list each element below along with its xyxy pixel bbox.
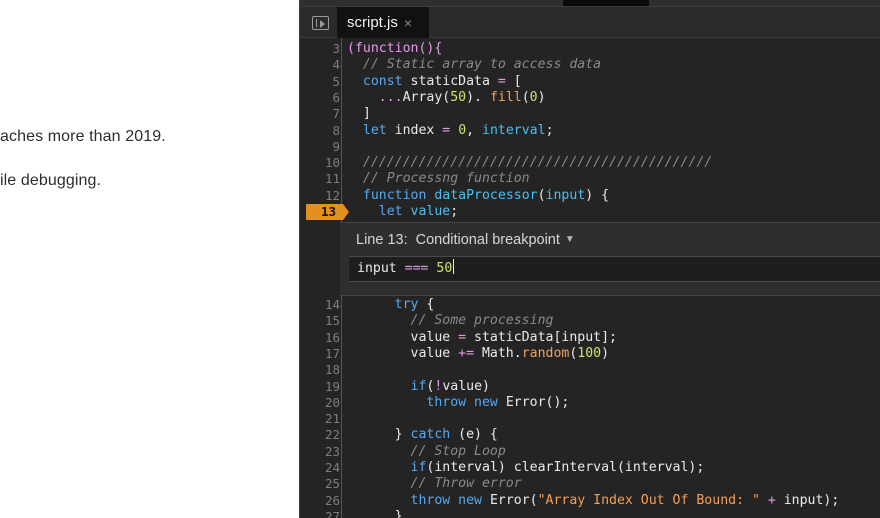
code-text: let value; — [378, 204, 459, 219]
code-line[interactable]: 11 // Processng function — [300, 171, 880, 187]
code-text: ////////////////////////////////////////… — [362, 155, 713, 171]
code-line[interactable]: 4 // Static array to access data — [300, 57, 880, 73]
code-text: } — [347, 508, 403, 518]
line-number[interactable]: 20 — [300, 395, 340, 411]
code-line[interactable]: 20 throw new Error(); — [300, 395, 880, 411]
article-line: aches more than 2019. — [0, 128, 166, 145]
code-line[interactable]: 9 — [300, 139, 880, 155]
breakpoint-condition-input[interactable]: input === 50 — [349, 256, 880, 282]
code-text: function dataProcessor(input) { — [362, 187, 610, 203]
code-line[interactable]: 14 try { — [300, 297, 880, 313]
code-line[interactable]: 24 if(interval) clearInterval(interval); — [300, 460, 880, 476]
line-number[interactable]: 5 — [300, 74, 340, 90]
devtools-toolbar — [300, 0, 880, 7]
chevron-down-icon[interactable]: ▼ — [565, 234, 575, 245]
code-text: // Stop Loop — [410, 443, 506, 459]
code-text: value = staticData[input]; — [347, 329, 617, 345]
conditional-breakpoint-editor: Line 13: Conditional breakpoint ▼ input ==… — [340, 222, 880, 296]
line-number[interactable]: 10 — [300, 155, 340, 171]
code-line[interactable]: 21 — [300, 411, 880, 427]
line-number[interactable]: 21 — [300, 411, 340, 427]
code-text: throw new Error("Array Index Out Of Boun… — [410, 492, 840, 508]
breakpoint-editor-header: Line 13: Conditional breakpoint ▼ — [356, 232, 575, 248]
code-line[interactable]: 5 const staticData = [ — [300, 74, 880, 90]
line-number[interactable]: 8 — [300, 123, 340, 139]
code-line[interactable]: 27 } — [300, 509, 880, 518]
code-line[interactable]: 10 /////////////////////////////////////… — [300, 155, 880, 171]
article-content: aches more than 2019. ile debugging. — [0, 0, 299, 518]
code-line[interactable]: 18 — [300, 362, 880, 378]
breakpoint-type-select[interactable]: Conditional breakpoint — [416, 232, 560, 248]
devtools-panel: script.js × Line 13: Conditional breakpoi… — [299, 0, 880, 518]
tab-label: script.js — [347, 14, 398, 31]
code-text: ...Array(50). fill(0) — [378, 89, 546, 105]
code-line[interactable]: 13 let value; — [300, 204, 880, 220]
code-text: // Processng function — [362, 171, 530, 187]
code-line[interactable]: 17 value += Math.random(100) — [300, 346, 880, 362]
code-line[interactable]: 3 (function(){ — [300, 41, 880, 57]
line-number[interactable]: 9 — [300, 139, 340, 155]
code-line[interactable]: 12 function dataProcessor(input) { — [300, 188, 880, 204]
code-text: } catch (e) { — [347, 427, 498, 443]
line-number[interactable]: 14 — [300, 297, 340, 313]
line-number[interactable]: 24 — [300, 460, 340, 476]
code-line[interactable]: 25 // Throw error — [300, 476, 880, 492]
code-text: try { — [394, 297, 435, 312]
toggle-navigator-icon[interactable] — [312, 16, 329, 30]
line-number[interactable]: 26 — [300, 493, 340, 509]
code-text: let index = 0, interval; — [362, 122, 554, 138]
active-panel-indicator — [563, 0, 649, 6]
code-editor[interactable]: Line 13: Conditional breakpoint ▼ input ==… — [300, 38, 880, 518]
line-number[interactable]: 22 — [300, 427, 340, 443]
tab-script-js[interactable]: script.js × — [337, 7, 429, 38]
text-cursor — [453, 259, 455, 274]
line-number[interactable]: 7 — [300, 106, 340, 122]
line-number[interactable]: 19 — [300, 379, 340, 395]
code-text: ] — [347, 106, 371, 122]
code-line[interactable]: 22 } catch (e) { — [300, 427, 880, 443]
line-number[interactable]: 6 — [300, 90, 340, 106]
code-text: // Static array to access data — [362, 57, 602, 73]
code-line[interactable]: 7 ] — [300, 106, 880, 122]
line-number[interactable]: 23 — [300, 444, 340, 460]
code-line[interactable]: 23 // Stop Loop — [300, 444, 880, 460]
article-line: ile debugging. — [0, 172, 102, 189]
code-line[interactable]: 6 ...Array(50). fill(0) — [300, 90, 880, 106]
code-text: value += Math.random(100) — [347, 345, 610, 361]
code-line[interactable]: 16 value = staticData[input]; — [300, 330, 880, 346]
close-tab-icon[interactable]: × — [404, 16, 412, 30]
code-text: // Throw error — [410, 476, 522, 492]
breakpoint-marker[interactable]: 13 — [306, 204, 349, 220]
line-number[interactable]: 15 — [300, 313, 340, 329]
line-number[interactable]: 12 — [300, 188, 340, 204]
code-line[interactable]: 19 if(!value) — [300, 379, 880, 395]
code-text: if(!value) — [410, 378, 490, 394]
line-number[interactable]: 4 — [300, 57, 340, 73]
code-line[interactable]: 8 let index = 0, interval; — [300, 123, 880, 139]
line-number[interactable]: 18 — [300, 362, 340, 378]
code-text: // Some processing — [410, 313, 554, 329]
code-text: if(interval) clearInterval(interval); — [410, 460, 705, 475]
code-line[interactable]: 26 throw new Error("Array Index Out Of B… — [300, 493, 880, 509]
line-number[interactable]: 25 — [300, 476, 340, 492]
code-text: const staticData = [ — [362, 73, 522, 89]
editor-tab-bar: script.js × — [300, 7, 880, 38]
line-number[interactable]: 3 — [300, 41, 340, 57]
code-text: (function(){ — [347, 41, 443, 56]
code-text: throw new Error(); — [426, 394, 570, 410]
code-line[interactable]: 15 // Some processing — [300, 313, 880, 329]
line-number[interactable]: 16 — [300, 330, 340, 346]
breakpoint-line-label: Line 13: — [356, 232, 408, 248]
line-number[interactable]: 27 — [300, 509, 340, 518]
line-number[interactable]: 17 — [300, 346, 340, 362]
line-number[interactable]: 11 — [300, 171, 340, 187]
